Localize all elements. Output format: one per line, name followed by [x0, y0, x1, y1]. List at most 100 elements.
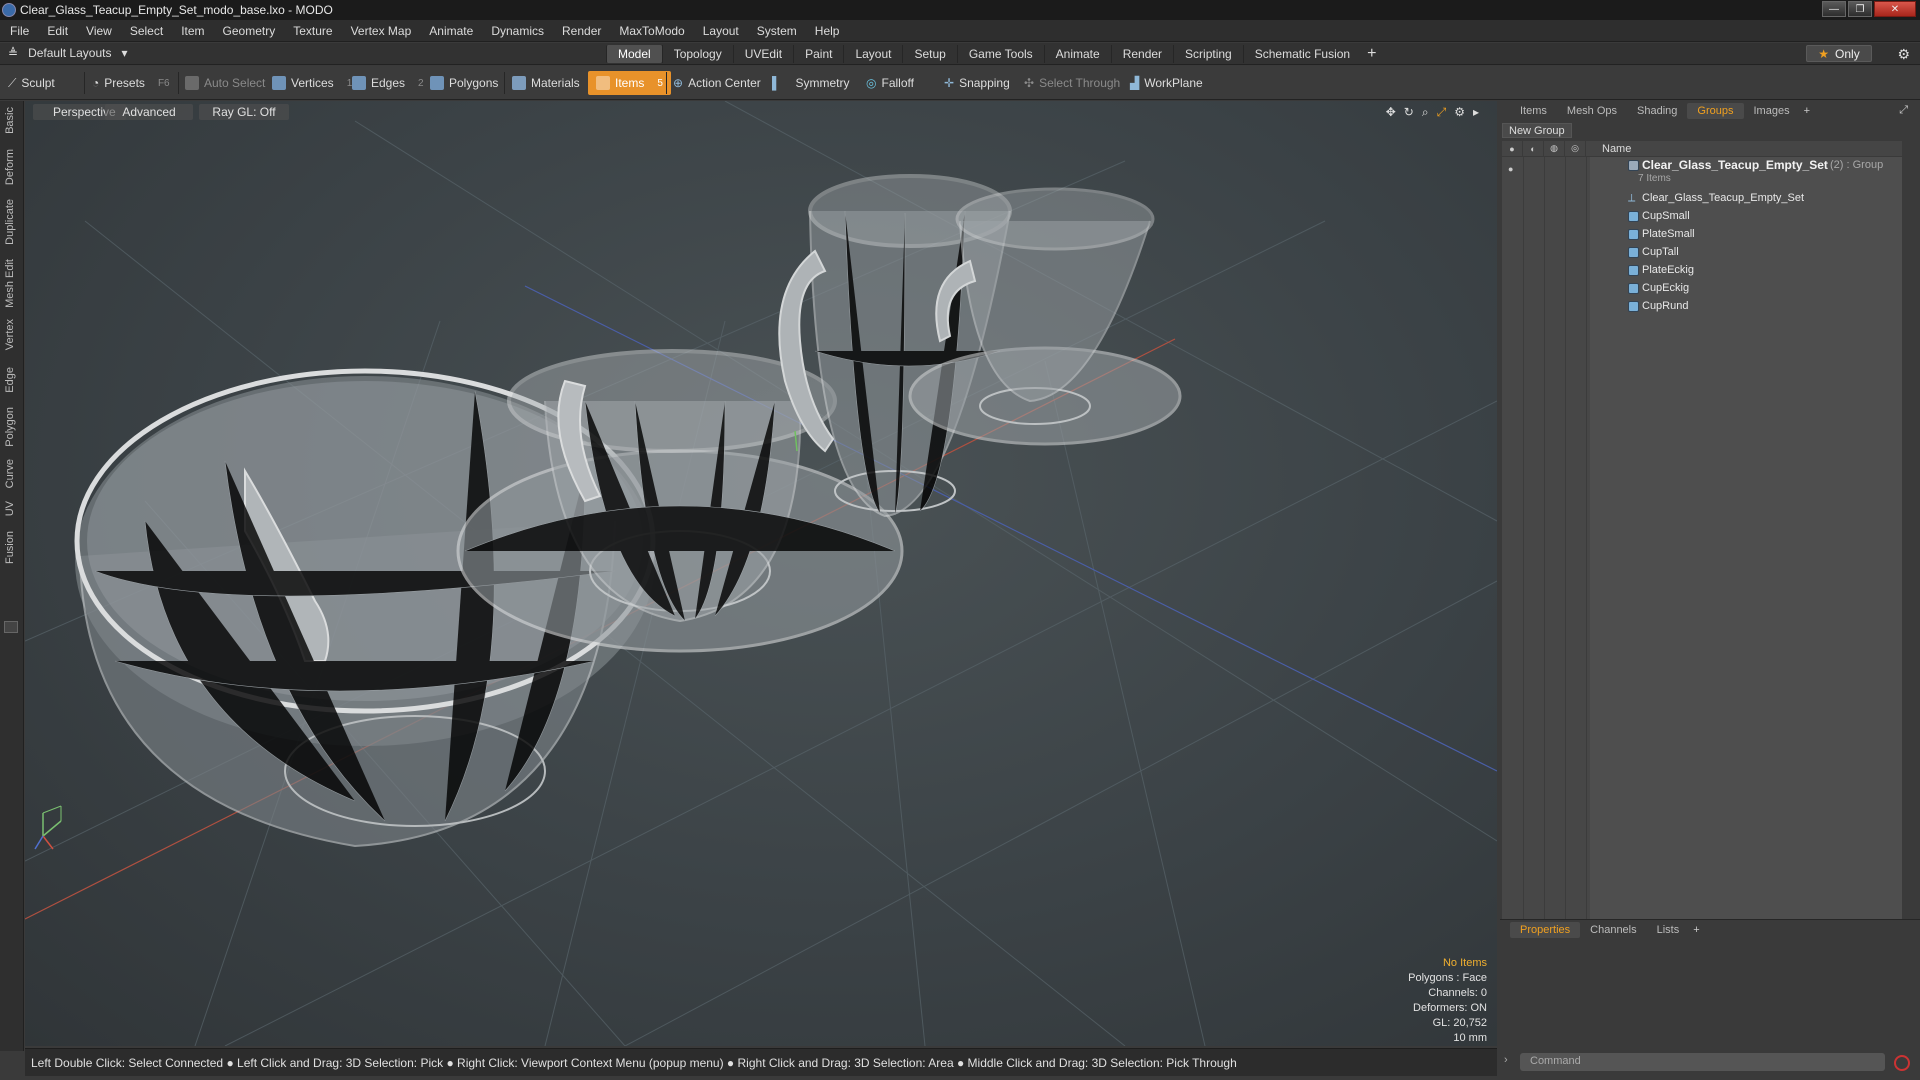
tree-item-cupsmall[interactable]: CupSmall: [1502, 207, 1902, 225]
falloff-button[interactable]: ◎ Falloff: [866, 71, 914, 95]
snapping-button[interactable]: ✛ Snapping: [944, 71, 1010, 95]
tab-groups[interactable]: Groups: [1687, 103, 1744, 119]
menu-system[interactable]: System: [757, 24, 797, 38]
gear-icon[interactable]: ⚙: [1897, 46, 1910, 63]
tab-layout[interactable]: Layout: [843, 45, 902, 63]
tab-lists[interactable]: Lists: [1647, 922, 1690, 938]
action-center-button[interactable]: ⊕ Action Center: [673, 71, 761, 95]
tab-scripting[interactable]: Scripting: [1173, 45, 1243, 63]
tree-item-plateeckig[interactable]: PlateEckig: [1502, 261, 1902, 279]
scene-render[interactable]: [25, 101, 1497, 1046]
select-through-button[interactable]: ✣ Select Through: [1024, 71, 1120, 95]
presets-button[interactable]: ◔ Presets F6: [92, 71, 170, 95]
vtab-curve[interactable]: Curve: [4, 459, 16, 488]
menu-file[interactable]: File: [10, 24, 29, 38]
menu-dynamics[interactable]: Dynamics: [491, 24, 544, 38]
menu-animate[interactable]: Animate: [429, 24, 473, 38]
menu-geometry[interactable]: Geometry: [223, 24, 276, 38]
tree-item-cupeckig[interactable]: CupEckig: [1502, 279, 1902, 297]
menu-select[interactable]: Select: [130, 24, 163, 38]
auto-select-button[interactable]: Auto Select: [185, 71, 265, 95]
layout-selector[interactable]: ≜ Default Layouts ▾: [8, 46, 127, 60]
tab-render[interactable]: Render: [1110, 45, 1173, 63]
vtab-duplicate[interactable]: Duplicate: [4, 199, 16, 245]
tab-images[interactable]: Images: [1744, 103, 1800, 119]
tab-uvedit[interactable]: UVEdit: [732, 45, 793, 63]
panel-toggle-icon[interactable]: [4, 621, 18, 633]
tab-setup[interactable]: Setup: [902, 45, 956, 63]
tab-schematic-fusion[interactable]: Schematic Fusion: [1242, 45, 1361, 63]
add-tab-icon[interactable]: +: [1693, 924, 1699, 936]
menu-view[interactable]: View: [86, 24, 112, 38]
vtab-deform[interactable]: Deform: [4, 149, 16, 185]
tab-mesh-ops[interactable]: Mesh Ops: [1557, 103, 1627, 119]
tree-item-cuptall[interactable]: CupTall: [1502, 243, 1902, 261]
stop-command-icon[interactable]: [1894, 1055, 1910, 1071]
minimize-button[interactable]: —: [1822, 1, 1846, 17]
workplane-button[interactable]: ▟ WorkPlane: [1130, 71, 1203, 95]
menu-texture[interactable]: Texture: [293, 24, 332, 38]
select-column-icon[interactable]: ◎: [1565, 140, 1586, 157]
command-input[interactable]: Command: [1520, 1053, 1885, 1071]
tab-channels[interactable]: Channels: [1580, 922, 1646, 938]
materials-button[interactable]: Materials: [512, 71, 580, 95]
symmetry-button[interactable]: ▌ Symmetry: [772, 71, 850, 95]
menu-item[interactable]: Item: [181, 24, 204, 38]
tree-item-cuprund[interactable]: CupRund: [1502, 297, 1902, 315]
expand-panel-icon[interactable]: ⤢: [1899, 104, 1908, 117]
fit-view-icon[interactable]: ⤢: [1437, 105, 1447, 120]
group-row[interactable]: ● Clear_Glass_Teacup_Empty_Set (2) : Gro…: [1502, 157, 1902, 187]
polygons-button[interactable]: Polygons: [430, 71, 498, 95]
group-icon: [1628, 160, 1639, 171]
group-item-count: 7 Items: [1638, 173, 1671, 184]
tab-model[interactable]: Model: [606, 45, 662, 63]
zoom-view-icon[interactable]: ⌕: [1422, 105, 1429, 120]
sculpt-button[interactable]: ⟋ Sculpt: [8, 71, 55, 95]
menu-layout[interactable]: Layout: [703, 24, 739, 38]
vtab-vertex[interactable]: Vertex: [4, 319, 16, 350]
add-tab-icon[interactable]: +: [1804, 105, 1810, 117]
move-view-icon[interactable]: ✥: [1386, 105, 1396, 120]
shading-mode-button[interactable]: Advanced: [105, 104, 193, 120]
vtab-edge[interactable]: Edge: [4, 367, 16, 393]
vtab-polygon[interactable]: Polygon: [4, 407, 16, 447]
vtab-fusion[interactable]: Fusion: [4, 531, 16, 564]
visibility-column-icon[interactable]: ●: [1502, 140, 1523, 157]
tree-item-platesmall[interactable]: PlateSmall: [1502, 225, 1902, 243]
tab-game-tools[interactable]: Game Tools: [956, 45, 1044, 63]
tree-item-locator[interactable]: ⟂ Clear_Glass_Teacup_Empty_Set: [1502, 189, 1902, 207]
menu-vertex-map[interactable]: Vertex Map: [351, 24, 412, 38]
vertices-button[interactable]: Vertices 1: [272, 71, 352, 95]
menu-render[interactable]: Render: [562, 24, 601, 38]
viewport-settings-icon[interactable]: ⚙: [1454, 105, 1465, 120]
tab-shading[interactable]: Shading: [1627, 103, 1687, 119]
eye-icon[interactable]: ●: [1508, 164, 1513, 174]
rotate-view-icon[interactable]: ↻: [1404, 105, 1414, 120]
maximize-button[interactable]: ❐: [1848, 1, 1872, 17]
items-button[interactable]: Items 5: [588, 71, 671, 95]
new-group-button[interactable]: New Group: [1502, 123, 1572, 138]
action-center-icon: ⊕: [673, 76, 684, 90]
tab-properties[interactable]: Properties: [1510, 922, 1581, 938]
tab-topology[interactable]: Topology: [661, 45, 733, 63]
3d-viewport[interactable]: Perspective Advanced Ray GL: Off ✥ ↻ ⌕ ⤢…: [25, 101, 1497, 1046]
render-column-icon[interactable]: ◐: [1523, 140, 1544, 157]
only-button[interactable]: ★ Only: [1806, 45, 1872, 62]
add-tab-icon[interactable]: +: [1367, 45, 1376, 63]
vtab-uv[interactable]: UV: [4, 501, 16, 516]
mesh-icon: [1628, 300, 1639, 312]
tab-paint[interactable]: Paint: [793, 45, 843, 63]
menu-edit[interactable]: Edit: [47, 24, 68, 38]
vtab-mesh-edit[interactable]: Mesh Edit: [4, 259, 16, 308]
tab-animate[interactable]: Animate: [1043, 45, 1111, 63]
close-button[interactable]: ✕: [1874, 1, 1916, 17]
collapse-icon[interactable]: ≜: [8, 46, 18, 60]
menu-help[interactable]: Help: [815, 24, 840, 38]
menu-maxtomodo[interactable]: MaxToModo: [619, 24, 684, 38]
vtab-basic[interactable]: Basic: [4, 107, 16, 134]
expand-right-icon[interactable]: ▸: [1473, 105, 1479, 120]
tab-items[interactable]: Items: [1510, 103, 1557, 119]
raygl-button[interactable]: Ray GL: Off: [199, 104, 289, 120]
lock-column-icon[interactable]: ◍: [1544, 140, 1565, 157]
edges-button[interactable]: Edges 2: [352, 71, 424, 95]
